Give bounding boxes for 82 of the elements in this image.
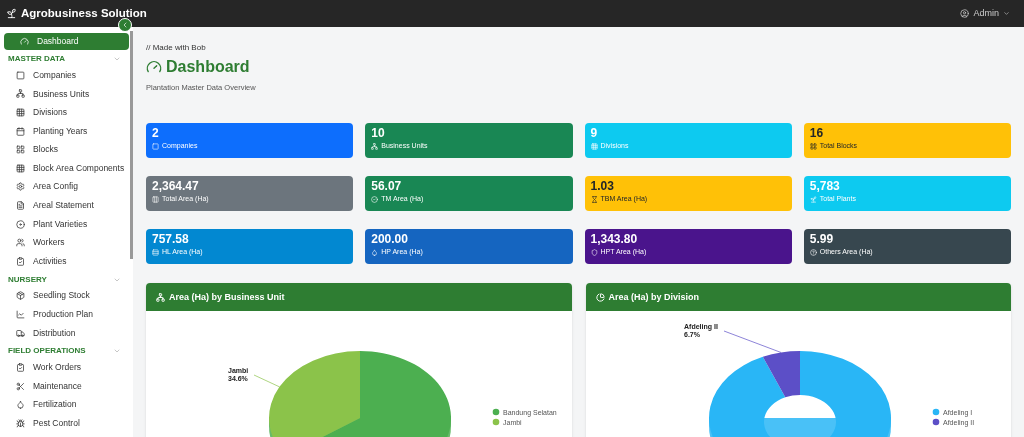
menu-icon: [16, 163, 25, 173]
stat-icon: [371, 196, 379, 203]
chart-icon: [156, 292, 165, 302]
sidebar-item[interactable]: Area Config: [4, 177, 129, 197]
menu-icon: [16, 126, 25, 136]
sidebar-item[interactable]: Distribution: [4, 323, 129, 343]
user-menu[interactable]: Admin: [960, 6, 1018, 21]
chevron-icon[interactable]: [113, 55, 121, 63]
stat-icon: [590, 249, 598, 256]
sidebar-item[interactable]: Companies: [4, 66, 129, 85]
sidebar-item[interactable]: Plant Varieties: [4, 214, 129, 234]
page-title: Dashboard: [166, 57, 250, 77]
stat-value: 1.03: [590, 179, 615, 195]
stat-icon: [809, 143, 817, 150]
dashboard-icon: [146, 59, 162, 75]
sidebar-item[interactable]: Block Area Components: [4, 158, 129, 178]
collapse-icon: [121, 21, 129, 29]
stat-value: 5,783: [809, 179, 841, 195]
menu-icon: [16, 238, 25, 248]
comment-text: // Made with Bob: [146, 42, 207, 54]
logo-icon: [6, 8, 17, 19]
sidebar-item[interactable]: Activities: [4, 251, 129, 271]
sidebar-item[interactable]: Divisions: [4, 103, 129, 122]
stat-value: 2: [152, 126, 160, 142]
stat-value: 56.07: [371, 179, 403, 195]
menu-icon: [16, 328, 25, 338]
leader-line: [723, 330, 781, 354]
sidebar-item[interactable]: Business Units: [4, 84, 129, 104]
panel-title: Area (Ha) by Business Unit: [169, 290, 285, 304]
caret-icon: [1003, 10, 1010, 17]
stat-icon: [809, 249, 817, 256]
stat-icon: [152, 143, 159, 150]
menu-icon: [20, 37, 29, 46]
menu-icon: [16, 145, 25, 155]
stat-icon: [371, 143, 379, 150]
stat-value: 5.99: [809, 232, 835, 248]
menu-icon: [16, 381, 25, 391]
sidebar-item[interactable]: Work Orders: [4, 358, 129, 377]
section-heading: NURSERY: [8, 273, 47, 286]
stat-icon: [152, 249, 159, 256]
sidebar-item[interactable]: Pest Control: [4, 414, 129, 433]
menu-icon: [16, 219, 25, 229]
stat-value: 757.58: [152, 232, 190, 248]
menu-icon: [16, 89, 25, 99]
stat-icon: [152, 196, 159, 203]
stat-value: 1,343.80: [590, 232, 639, 248]
section-heading: MASTER DATA: [8, 53, 66, 65]
stat-value: 16: [809, 126, 825, 142]
leader-line: [253, 374, 280, 388]
stat-icon: [809, 196, 817, 203]
stat-value: 10: [371, 126, 386, 142]
scrollbar-thumb[interactable]: [130, 31, 133, 259]
sidebar-item[interactable]: Dashboard: [4, 33, 129, 50]
stat-value: 9: [590, 126, 599, 142]
sidebar-item[interactable]: Areal Statement: [4, 196, 129, 215]
menu-icon: [16, 182, 25, 192]
sidebar-item[interactable]: Seedling Stock: [4, 286, 129, 306]
stat-value: 2,364.47: [152, 179, 200, 195]
menu-icon: [16, 418, 25, 428]
stat-icon: [590, 196, 598, 203]
menu-icon: [16, 256, 25, 266]
chart-icon: [595, 292, 605, 302]
user-icon: [960, 9, 970, 18]
sidebar-item[interactable]: Maintenance: [4, 376, 129, 396]
sidebar-item[interactable]: Fertilization: [4, 395, 129, 415]
sidebar-item[interactable]: Blocks: [4, 140, 129, 159]
menu-icon: [16, 108, 25, 117]
menu-icon: [16, 70, 25, 80]
sidebar-item[interactable]: Production Plan: [4, 305, 129, 324]
stat-value: 200.00: [371, 232, 409, 248]
section-heading: FIELD OPERATIONS: [8, 345, 86, 358]
brand-name: Agrobusiness Solution: [21, 5, 147, 21]
menu-icon: [16, 200, 25, 210]
menu-icon: [16, 400, 25, 410]
menu-icon: [16, 291, 25, 301]
stat-icon: [371, 249, 379, 256]
menu-icon: [16, 363, 25, 373]
stat-icon: [590, 143, 598, 150]
sidebar-item[interactable]: Planting Years: [4, 121, 129, 141]
sidebar-item[interactable]: Workers: [4, 233, 129, 252]
panel-title: Area (Ha) by Division: [608, 290, 700, 304]
menu-icon: [16, 309, 25, 319]
